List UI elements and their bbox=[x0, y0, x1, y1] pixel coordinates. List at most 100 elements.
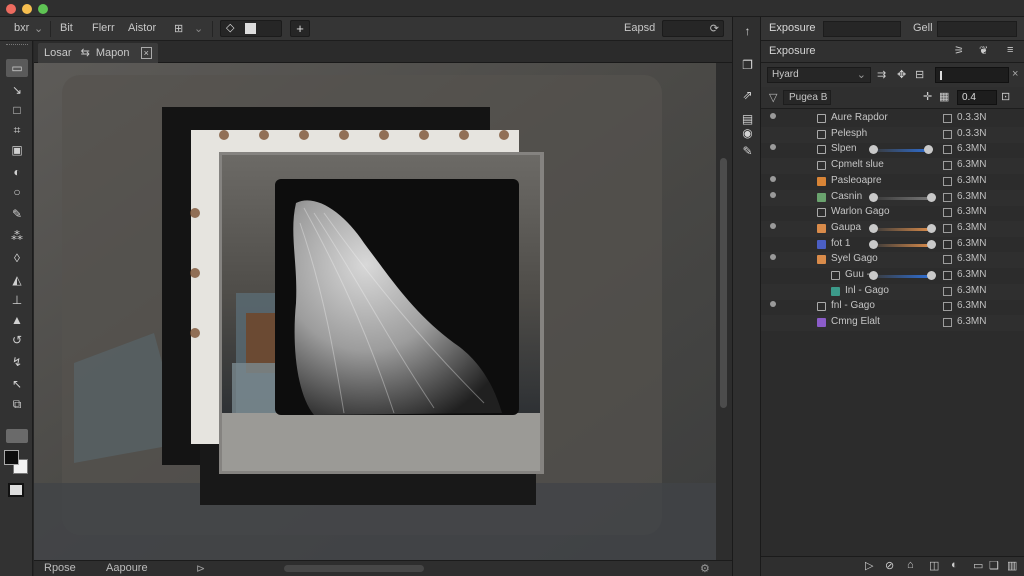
arrow-up-icon[interactable]: ↑ bbox=[739, 23, 756, 39]
fill-field[interactable] bbox=[935, 67, 1009, 83]
play-icon[interactable]: ▷ bbox=[865, 559, 873, 572]
layer-row[interactable]: Aure Rapdor 0.3.3N bbox=[761, 111, 1024, 127]
layer-checkbox[interactable] bbox=[943, 145, 952, 155]
vertical-scroll-thumb[interactable] bbox=[720, 158, 727, 408]
clone-icon[interactable]: ⁂ bbox=[6, 227, 28, 245]
layer-checkbox[interactable] bbox=[943, 255, 952, 265]
tab-exposure[interactable]: Exposure bbox=[769, 45, 815, 57]
foreground-color-swatch[interactable] bbox=[4, 450, 19, 465]
adjust-panel-icon[interactable]: ⚞ bbox=[954, 44, 964, 57]
crop-icon[interactable]: ⌗ bbox=[6, 121, 28, 139]
layer-checkbox[interactable] bbox=[943, 176, 952, 186]
header-right-field[interactable] bbox=[937, 21, 1017, 37]
horizontal-scrollbar[interactable] bbox=[284, 565, 424, 572]
minimize-window-button[interactable] bbox=[22, 4, 32, 14]
layer-checkbox[interactable] bbox=[943, 208, 952, 218]
status-right-label[interactable]: Aapoure bbox=[106, 562, 148, 574]
layer-slider-knob[interactable] bbox=[924, 145, 934, 155]
blend-mode-dropdown[interactable]: Hyard ⌄ bbox=[767, 67, 871, 83]
hand-icon[interactable]: ↯ bbox=[6, 353, 28, 371]
layer-row[interactable]: Guu - 6.3MN bbox=[761, 268, 1024, 284]
layer-slider-knob[interactable] bbox=[927, 239, 936, 249]
mode-selector[interactable]: ◇ bbox=[220, 20, 282, 37]
layer-slider-start-knob[interactable] bbox=[869, 145, 878, 155]
layer-checkbox[interactable] bbox=[943, 271, 952, 280]
layer-slider-knob[interactable] bbox=[927, 271, 936, 280]
layer-slider-knob[interactable] bbox=[927, 192, 936, 202]
add-button[interactable]: + bbox=[290, 20, 310, 37]
layer-slider-track[interactable] bbox=[873, 227, 931, 231]
link-layers-icon[interactable]: ⊘ bbox=[885, 559, 894, 572]
visibility-eye-icon[interactable] bbox=[770, 113, 776, 119]
history-icon[interactable]: ◉ bbox=[739, 125, 756, 141]
layer-slider-track[interactable] bbox=[873, 275, 931, 278]
option-bit[interactable]: Bit bbox=[60, 22, 73, 34]
layer-checkbox[interactable] bbox=[943, 114, 952, 123]
add-layer-icon[interactable]: ✛ bbox=[923, 90, 932, 103]
tool-preset-picker[interactable]: bxr bbox=[14, 22, 29, 34]
move-icon[interactable]: ✥ bbox=[897, 68, 906, 81]
close-icon[interactable]: × bbox=[1012, 68, 1018, 80]
header-field[interactable] bbox=[823, 21, 901, 37]
layer-row[interactable]: Casnin 6.3MN bbox=[761, 189, 1024, 206]
dodge-icon[interactable]: ⊥ bbox=[6, 291, 28, 309]
type-icon[interactable]: ▲ bbox=[6, 311, 28, 329]
zoom-window-button[interactable] bbox=[38, 4, 48, 14]
fill-icon[interactable]: ◭ bbox=[6, 271, 28, 289]
blend-dropdown[interactable]: ⟳ bbox=[662, 20, 724, 37]
rect-icon[interactable]: □ bbox=[6, 101, 28, 119]
layer-checkbox[interactable] bbox=[943, 192, 952, 202]
layer-slider-track[interactable] bbox=[873, 149, 931, 153]
path-icon[interactable]: ↺ bbox=[6, 331, 28, 349]
layer-checkbox[interactable] bbox=[943, 223, 952, 233]
visibility-eye-icon[interactable] bbox=[770, 191, 776, 198]
layer-checkbox[interactable] bbox=[943, 239, 952, 249]
layer-slider-track[interactable] bbox=[873, 196, 931, 200]
layer-row[interactable]: fot 1 6.3MN bbox=[761, 237, 1024, 253]
document-canvas[interactable] bbox=[34, 63, 716, 560]
lasso-icon[interactable]: ↘ bbox=[6, 81, 28, 99]
close-window-button[interactable] bbox=[6, 4, 16, 14]
layer-slider-start-knob[interactable] bbox=[869, 223, 878, 233]
layer-checkbox[interactable] bbox=[943, 129, 952, 139]
layer-row[interactable]: Cmng Elalt 6.3MN bbox=[761, 315, 1024, 332]
layer-checkbox[interactable] bbox=[943, 286, 952, 296]
new-group-icon[interactable]: ▭ bbox=[973, 559, 983, 572]
adjust-icon[interactable]: ⇗ bbox=[739, 87, 756, 103]
menu-icon[interactable]: ≡ bbox=[1007, 44, 1013, 56]
chevron-down-icon[interactable]: ⌄ bbox=[34, 22, 43, 35]
play-icon[interactable]: ⊳ bbox=[196, 562, 205, 575]
layer-checkbox[interactable] bbox=[943, 161, 952, 171]
brush-icon[interactable]: ◐ bbox=[6, 163, 28, 181]
layer-slider-knob[interactable] bbox=[927, 223, 936, 233]
layer-slider-start-knob[interactable] bbox=[869, 239, 878, 249]
layer-checkbox[interactable] bbox=[943, 302, 952, 312]
grid-icon[interactable]: ⊞ bbox=[174, 22, 183, 35]
chevron-down-icon[interactable]: ⌄ bbox=[194, 22, 203, 35]
zoom-icon[interactable]: ↖ bbox=[6, 375, 28, 393]
swap-icon[interactable] bbox=[6, 429, 28, 443]
artboard-icon[interactable]: ⊟ bbox=[915, 68, 924, 81]
layer-slider-track[interactable] bbox=[873, 243, 931, 247]
extra-icon[interactable]: ⧉ bbox=[6, 395, 28, 413]
visibility-eye-icon[interactable] bbox=[770, 144, 776, 151]
leaf-icon[interactable]: ❦ bbox=[979, 44, 988, 57]
settings-icon[interactable]: ⚙ bbox=[700, 562, 710, 575]
ellipse-icon[interactable]: ○ bbox=[6, 183, 28, 201]
layer-row[interactable]: Slpen 6.3MN bbox=[761, 142, 1024, 158]
fx-icon[interactable]: ⌂ bbox=[907, 559, 914, 571]
layer-slider-start-knob[interactable] bbox=[869, 271, 878, 280]
layer-slider-start-knob[interactable] bbox=[869, 192, 878, 202]
trash-icon[interactable]: ▥ bbox=[1007, 559, 1017, 572]
layer-checkbox[interactable] bbox=[943, 318, 952, 328]
quick-mask-icon[interactable] bbox=[8, 483, 24, 497]
lock-icon[interactable]: ⇉ bbox=[877, 68, 886, 81]
layer-row[interactable]: Syel Gago 6.3MN bbox=[761, 252, 1024, 269]
close-tab-icon[interactable]: × bbox=[140, 47, 152, 59]
filter-icon[interactable]: ▽ bbox=[769, 91, 777, 104]
option-aistor[interactable]: Aistor bbox=[128, 22, 156, 34]
layer-row[interactable]: Inl - Gago 6.3MN bbox=[761, 283, 1024, 300]
adjustment-icon[interactable]: ◐ bbox=[951, 559, 958, 571]
layer-row[interactable]: Warlon Gago 6.3MN bbox=[761, 205, 1024, 221]
layers-panel-icon[interactable]: ❐ bbox=[739, 57, 756, 73]
